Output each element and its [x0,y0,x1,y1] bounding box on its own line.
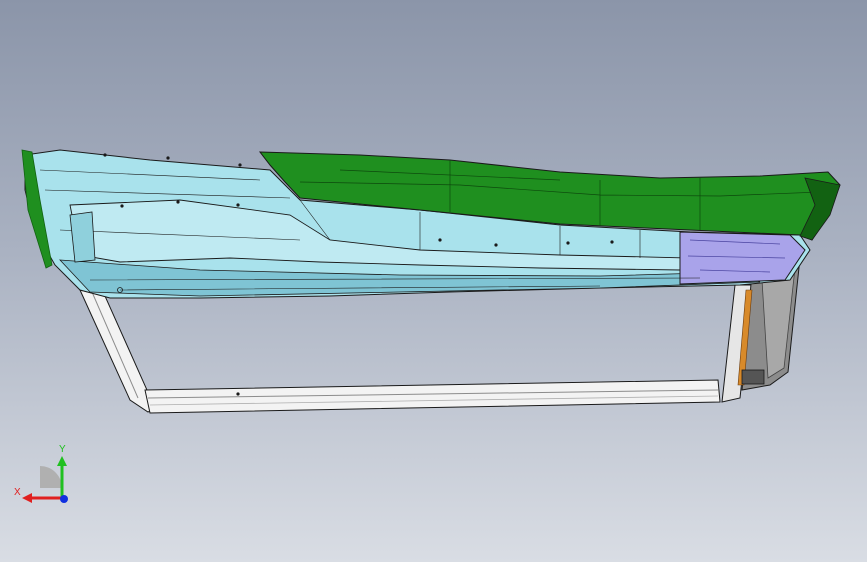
trim-purple-section [679,231,806,285]
hole-1 [166,156,170,160]
hole-6 [236,203,240,207]
hole-8 [566,241,570,245]
hole-10 [438,238,442,242]
frame-left-post-inner [91,291,139,399]
cad-graphics-viewport[interactable]: Y X [0,0,867,562]
x-axis-label: X [14,487,21,498]
x-axis-arrow [22,493,32,503]
hole-2 [103,153,107,157]
hole-4 [176,200,180,204]
door-assembly-model[interactable] [0,0,867,562]
frame-clip [741,369,765,385]
y-axis-arrow [57,456,67,466]
hole-3 [238,163,242,167]
hole-9 [610,240,614,244]
hole-5 [120,204,124,208]
coordinate-triad: Y X [14,444,68,503]
hole-7 [494,243,498,247]
triad-sphere [40,466,62,488]
hole-12 [236,392,240,396]
y-axis-label: Y [59,444,66,455]
z-axis-dot [60,495,68,503]
